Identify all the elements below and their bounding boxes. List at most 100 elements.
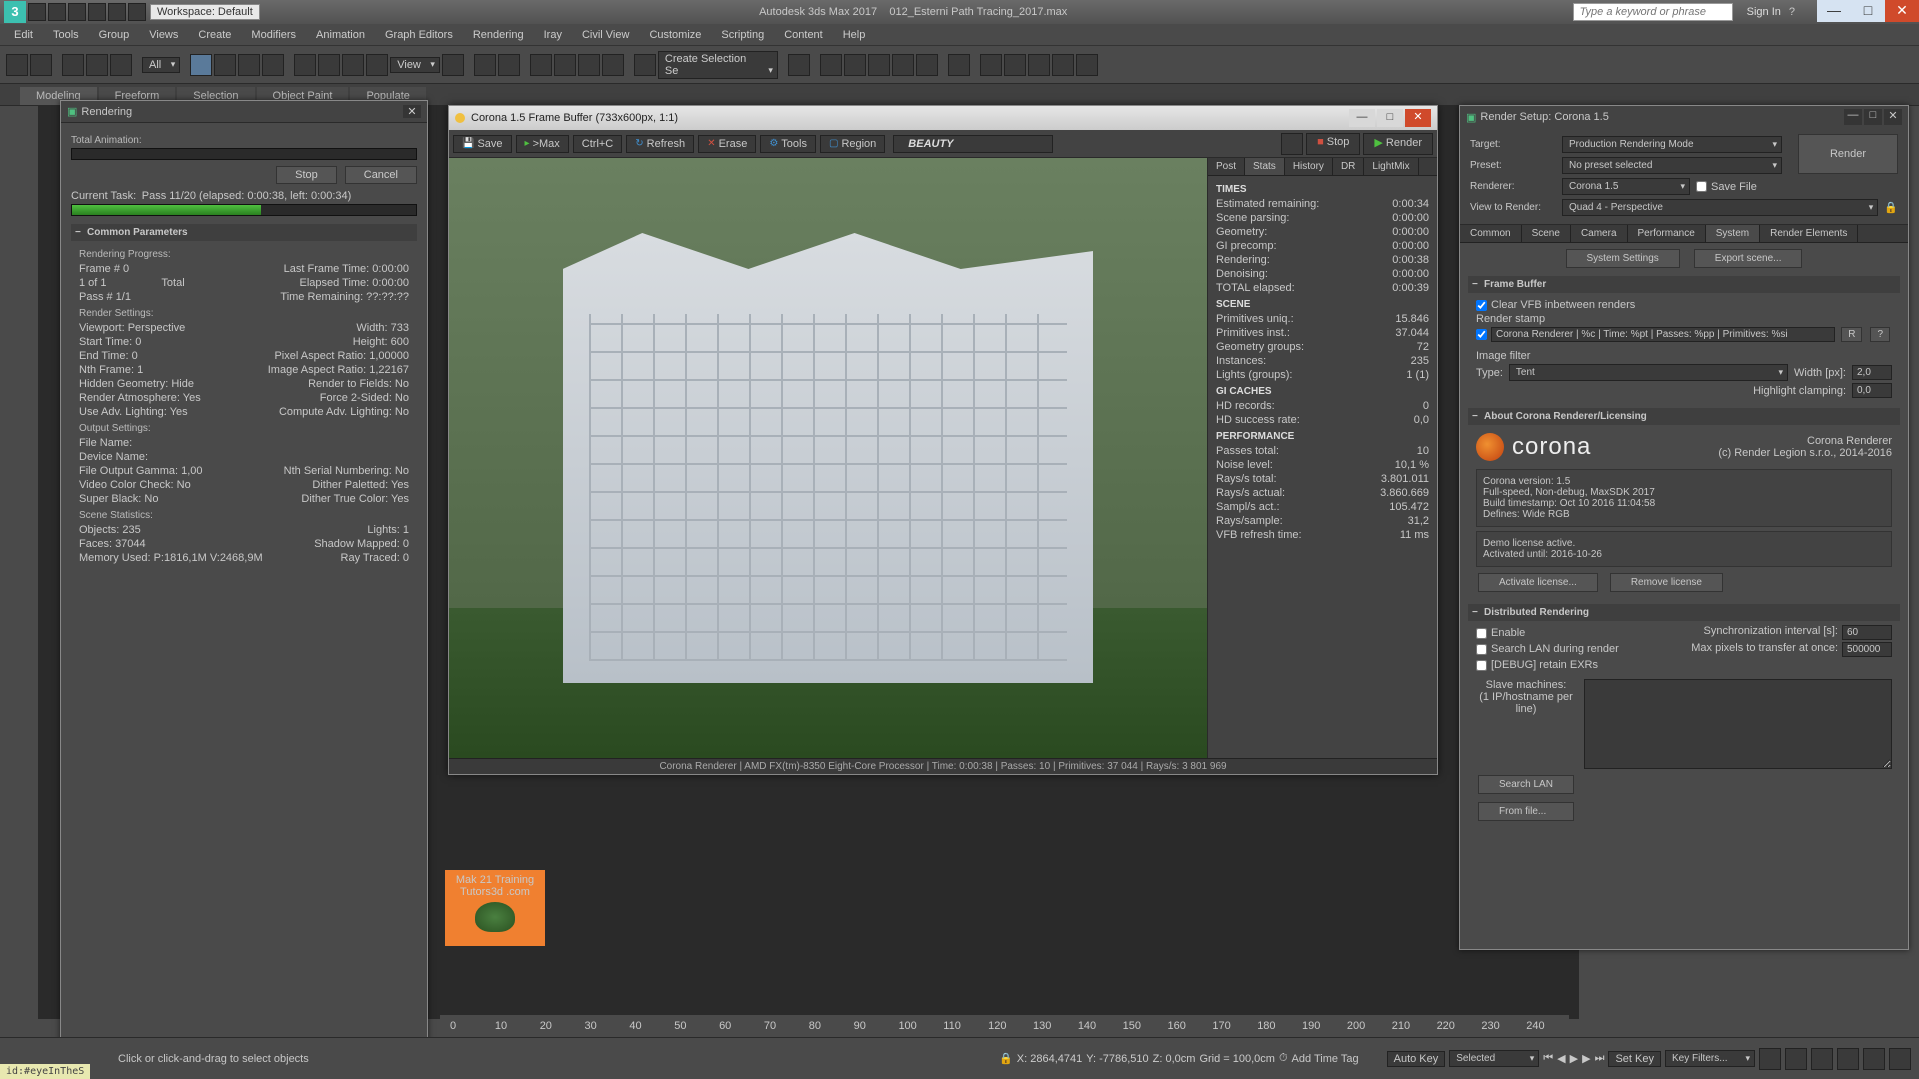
rotate-icon[interactable] — [318, 54, 340, 76]
maxpx-input[interactable] — [1842, 642, 1892, 657]
menu-views[interactable]: Views — [141, 27, 186, 43]
filter-type-dropdown[interactable]: Tent — [1509, 364, 1788, 381]
menu-grapheditors[interactable]: Graph Editors — [377, 27, 461, 43]
fb-color-icon[interactable] — [1281, 133, 1303, 155]
rs-tab-scene[interactable]: Scene — [1522, 225, 1571, 242]
help-search-input[interactable] — [1573, 3, 1733, 21]
undo-icon[interactable] — [6, 54, 28, 76]
angle-snap-icon[interactable] — [554, 54, 576, 76]
bind-icon[interactable] — [110, 54, 132, 76]
render-iray-icon[interactable] — [1052, 54, 1074, 76]
autokey-button[interactable]: Auto Key — [1387, 1051, 1446, 1067]
orbit-icon[interactable] — [1811, 1048, 1833, 1070]
fb-tab-post[interactable]: Post — [1208, 158, 1245, 175]
scale-icon[interactable] — [342, 54, 364, 76]
percent-snap-icon[interactable] — [578, 54, 600, 76]
help-icon[interactable]: ? — [1789, 6, 1795, 18]
filter-width-input[interactable] — [1852, 365, 1892, 380]
fb-pass-dropdown[interactable]: BEAUTY — [893, 135, 1053, 153]
refcoord-dropdown[interactable]: View — [390, 57, 440, 73]
keyfilters-dropdown[interactable]: Key Filters... — [1665, 1050, 1755, 1067]
system-settings-button[interactable]: System Settings — [1566, 249, 1680, 268]
spinner-snap-icon[interactable] — [602, 54, 624, 76]
lock-selection-icon[interactable]: 🔒 — [999, 1052, 1013, 1065]
rendered-frame-icon[interactable] — [1004, 54, 1026, 76]
mirror-icon[interactable] — [788, 54, 810, 76]
snap-icon[interactable] — [530, 54, 552, 76]
menu-iray[interactable]: Iray — [536, 27, 570, 43]
fb-tab-history[interactable]: History — [1285, 158, 1333, 175]
menu-content[interactable]: Content — [776, 27, 831, 43]
qat-undo-icon[interactable] — [88, 3, 106, 21]
rs-tab-common[interactable]: Common — [1460, 225, 1522, 242]
fb-refresh-button[interactable]: ↻Refresh — [626, 135, 694, 153]
os-maximize[interactable]: □ — [1851, 0, 1885, 22]
workspace-dropdown[interactable]: Workspace: Default — [150, 4, 260, 20]
timeline-ruler[interactable]: 0102030405060708090100110120130140150160… — [440, 1015, 1569, 1037]
select-icon[interactable] — [190, 54, 212, 76]
isolate-icon[interactable] — [1759, 1048, 1781, 1070]
window-crossing-icon[interactable] — [262, 54, 284, 76]
select-rect-icon[interactable] — [238, 54, 260, 76]
render-button[interactable]: Render — [1798, 134, 1898, 174]
about-rollout[interactable]: About Corona Renderer/Licensing — [1468, 408, 1900, 425]
render-online-icon[interactable] — [1076, 54, 1098, 76]
menu-group[interactable]: Group — [91, 27, 138, 43]
view-dropdown[interactable]: Quad 4 - Perspective — [1562, 199, 1878, 216]
fb-tab-lightmix[interactable]: LightMix — [1364, 158, 1418, 175]
fb-tab-dr[interactable]: DR — [1333, 158, 1364, 175]
place-icon[interactable] — [366, 54, 388, 76]
unlink-icon[interactable] — [86, 54, 108, 76]
slaves-textarea[interactable] — [1584, 679, 1892, 769]
goto-start-icon[interactable]: ⏮ — [1543, 1052, 1553, 1065]
enable-check[interactable]: Enable — [1476, 625, 1683, 641]
time-tag-icon[interactable]: ⏱ — [1279, 1052, 1288, 1065]
redo-icon[interactable] — [30, 54, 52, 76]
menu-help[interactable]: Help — [835, 27, 874, 43]
zoom-extents-icon[interactable] — [1863, 1048, 1885, 1070]
distributed-rollout[interactable]: Distributed Rendering — [1468, 604, 1900, 621]
preset-dropdown[interactable]: No preset selected — [1562, 157, 1782, 174]
qat-redo-icon[interactable] — [108, 3, 126, 21]
lock-icon[interactable]: 🔒 — [1884, 201, 1898, 214]
keymode-dropdown[interactable]: Selected — [1449, 1050, 1539, 1067]
toggle-ribbon-icon[interactable] — [868, 54, 890, 76]
material-editor-icon[interactable] — [948, 54, 970, 76]
fb-ctrlc-button[interactable]: Ctrl+C — [573, 135, 622, 153]
next-frame-icon[interactable]: ▶ — [1582, 1052, 1590, 1065]
sync-input[interactable] — [1842, 625, 1892, 640]
menu-animation[interactable]: Animation — [308, 27, 373, 43]
fb-tab-stats[interactable]: Stats — [1245, 158, 1285, 175]
menu-customize[interactable]: Customize — [641, 27, 709, 43]
corona-renderer-check[interactable] — [1476, 327, 1487, 342]
maxscript-listener[interactable]: id:#eyeInTheS — [0, 1064, 90, 1079]
select-name-icon[interactable] — [214, 54, 236, 76]
menu-create[interactable]: Create — [190, 27, 239, 43]
rs-tab-camera[interactable]: Camera — [1571, 225, 1628, 242]
close-icon[interactable]: ✕ — [403, 105, 421, 118]
rs-close[interactable]: ✕ — [1884, 109, 1902, 125]
prev-frame-icon[interactable]: ◀ — [1557, 1052, 1565, 1065]
x-coord[interactable]: X: 2864,4741 — [1017, 1053, 1082, 1065]
savefile-check[interactable]: Save File — [1696, 179, 1782, 195]
fb-maximize[interactable]: □ — [1377, 109, 1403, 127]
stamp-r-button[interactable]: R — [1841, 327, 1862, 342]
selection-filter-dropdown[interactable]: All — [142, 57, 180, 73]
fromfile-button[interactable]: From file... — [1478, 802, 1574, 821]
stop-button[interactable]: Stop — [276, 166, 337, 184]
qat-save-icon[interactable] — [68, 3, 86, 21]
layers-icon[interactable] — [844, 54, 866, 76]
searchlan-check[interactable]: Search LAN during render — [1476, 641, 1683, 657]
qat-link-icon[interactable] — [128, 3, 146, 21]
fb-close[interactable]: ✕ — [1405, 109, 1431, 127]
searchlan-button[interactable]: Search LAN — [1478, 775, 1574, 794]
menu-civilview[interactable]: Civil View — [574, 27, 637, 43]
named-selection-dropdown[interactable]: Create Selection Se — [658, 51, 778, 79]
fb-save-button[interactable]: 💾Save — [453, 135, 512, 153]
menu-scripting[interactable]: Scripting — [713, 27, 772, 43]
render-prod-icon[interactable] — [1028, 54, 1050, 76]
zoom-icon[interactable] — [1837, 1048, 1859, 1070]
rs-tab-system[interactable]: System — [1706, 225, 1760, 242]
setkey-button[interactable]: Set Key — [1608, 1051, 1661, 1067]
qat-open-icon[interactable] — [48, 3, 66, 21]
